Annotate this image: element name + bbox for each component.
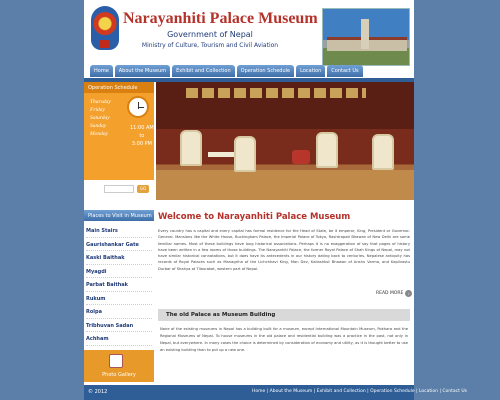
nav-about[interactable]: About the Museum — [114, 65, 171, 77]
chair — [316, 132, 338, 168]
clock-icon — [127, 96, 149, 118]
place-link[interactable]: Myagdi — [86, 265, 152, 278]
operation-schedule: Operation Schedule Thursday Friday Satur… — [84, 82, 154, 180]
table — [208, 152, 234, 157]
read-more-link[interactable]: READ MORE › — [376, 290, 413, 297]
place-link[interactable]: Tribhuvan Sadan — [86, 319, 152, 332]
photo-icon — [109, 354, 123, 368]
rug — [156, 170, 414, 200]
schedule-title: Operation Schedule — [84, 82, 154, 93]
welcome-heading: Welcome to Narayanhiti Palace Museum — [158, 212, 351, 222]
time-close: 3:00 PM — [131, 141, 152, 147]
palace-photo — [322, 8, 410, 66]
footer: © 2012 Home | About the Museum | Exhibit… — [84, 385, 467, 400]
schedule-days: Thursday Friday Saturday Sunday Monday — [90, 98, 111, 138]
day-item: Sunday — [90, 123, 107, 129]
place-link[interactable]: Achham — [86, 332, 152, 346]
place-link[interactable]: Parbat Baithak — [86, 278, 152, 292]
photo-gallery-button[interactable]: Photo Gallery — [84, 350, 154, 382]
place-link[interactable]: Rolpa — [86, 305, 152, 319]
search-input[interactable] — [104, 185, 134, 193]
day-item: Thursday — [90, 99, 111, 105]
time-open: 11:00 AM — [130, 125, 154, 131]
place-link[interactable]: Kaski Baithak — [86, 251, 152, 265]
section-heading: The old Palace as Museum Building — [158, 309, 410, 321]
main-nav: Home About the Museum Exhibit and Collec… — [90, 65, 363, 77]
gallery-label: Photo Gallery — [102, 372, 136, 378]
schedule-times: 11:00 AM to 3:00 PM — [130, 124, 154, 148]
section-text: None of the existing museums in Nepal ha… — [160, 327, 408, 352]
nav-exhibit[interactable]: Exhibit and Collection — [172, 65, 235, 77]
nav-location[interactable]: Location — [296, 65, 326, 77]
nav-home[interactable]: Home — [90, 65, 113, 77]
time-to: to — [139, 133, 145, 139]
nav-schedule[interactable]: Operation Schedule — [236, 65, 295, 77]
site-title: Narayanhiti Palace Museum — [123, 10, 318, 27]
site-subtitle-ministry: Ministry of Culture, Tourism and Civil A… — [141, 42, 279, 49]
day-item: Saturday — [90, 115, 110, 121]
day-item: Friday — [90, 107, 105, 113]
places-heading: Places to Visit in Museum — [84, 210, 154, 221]
nepal-emblem-logo — [91, 6, 119, 50]
palace-tower — [361, 19, 369, 49]
arrow-right-icon: › — [405, 290, 413, 297]
nav-contact[interactable]: Contact Us — [327, 65, 363, 77]
chair — [234, 136, 256, 172]
footer-links[interactable]: Home | About the Museum | Exhibit and Co… — [252, 389, 467, 394]
place-link[interactable]: Gaurishankar Gate — [86, 238, 152, 251]
chair — [180, 130, 202, 166]
hero-image — [156, 82, 414, 200]
stool — [292, 150, 310, 164]
wall-frames — [186, 88, 366, 98]
copyright: © 2012 — [88, 389, 108, 395]
site-subtitle-government: Government of Nepal — [167, 30, 253, 39]
places-list: Main Stairs Gaurishankar Gate Kaski Bait… — [86, 224, 152, 346]
intro-text: Every country has a capital and every ca… — [158, 229, 410, 271]
place-link[interactable]: Main Stairs — [86, 224, 152, 238]
chair — [372, 134, 394, 170]
day-item: Monday — [90, 131, 109, 137]
place-link[interactable]: Rukum — [86, 292, 152, 305]
read-more-label: READ MORE — [376, 291, 404, 296]
search-go-button[interactable]: GO — [137, 185, 149, 193]
